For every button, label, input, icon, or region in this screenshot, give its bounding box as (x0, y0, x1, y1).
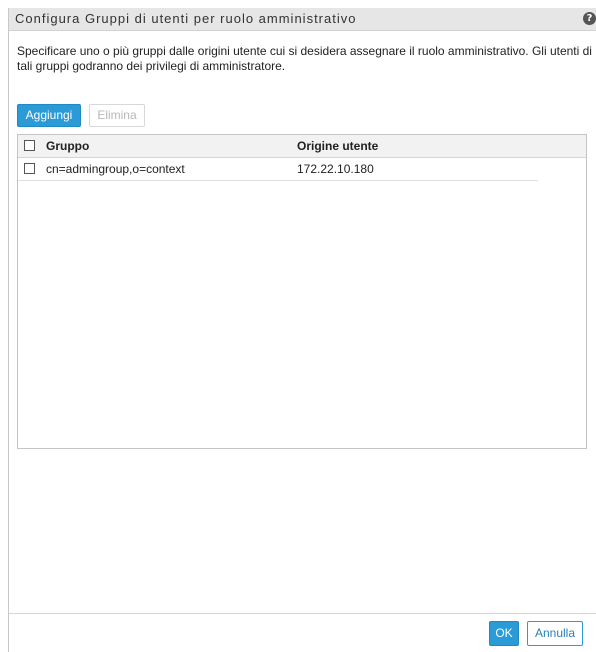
row-checkbox[interactable] (24, 163, 35, 174)
groups-table: Gruppo Origine utente cn=admingroup,o=co… (17, 134, 587, 449)
row-user-source: 172.22.10.180 (297, 162, 374, 176)
table-header: Gruppo Origine utente (18, 135, 586, 158)
column-header-group[interactable]: Gruppo (46, 139, 89, 153)
dialog-title: Configura Gruppi di utenti per ruolo amm… (15, 11, 357, 26)
table-row[interactable]: cn=admingroup,o=context 172.22.10.180 (18, 158, 538, 181)
row-group: cn=admingroup,o=context (46, 162, 185, 176)
dialog-title-bar: Configura Gruppi di utenti per ruolo amm… (9, 8, 596, 31)
select-all-checkbox[interactable] (24, 140, 35, 151)
admin-role-groups-dialog: Configura Gruppi di utenti per ruolo amm… (8, 8, 596, 652)
cancel-button[interactable]: Annulla (527, 621, 583, 646)
dialog-description: Specificare uno o più gruppi dalle origi… (17, 44, 592, 73)
delete-button[interactable]: Elimina (89, 104, 145, 127)
column-header-user-source[interactable]: Origine utente (297, 139, 378, 153)
ok-button[interactable]: OK (489, 621, 519, 646)
help-icon[interactable]: ? (583, 12, 596, 25)
add-button[interactable]: Aggiungi (17, 104, 81, 127)
footer-divider (9, 613, 596, 614)
